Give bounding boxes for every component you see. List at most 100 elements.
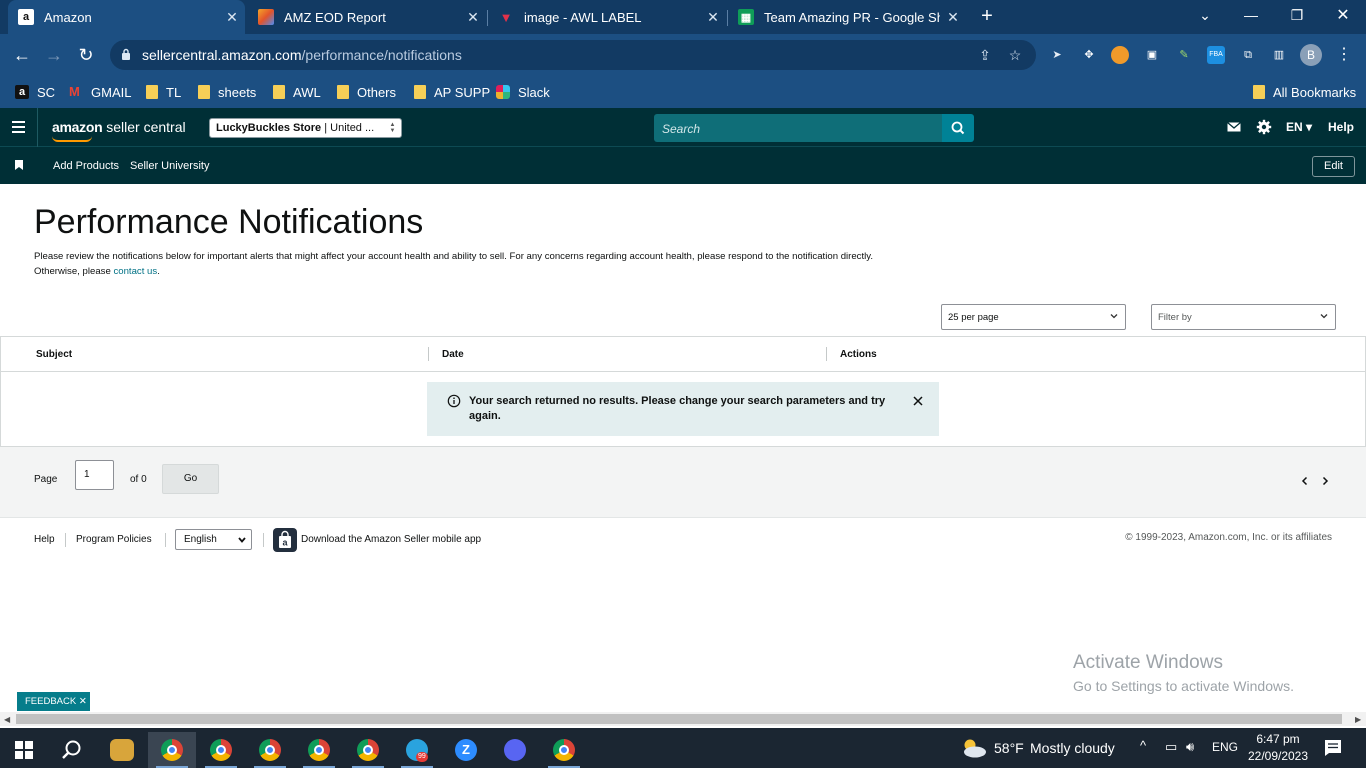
subnav-link-seller-university[interactable]: Seller University (130, 160, 209, 172)
bookmark-sheets[interactable]: sheets (198, 82, 256, 102)
puzzle-blue-extension-icon[interactable]: ✥ (1080, 46, 1098, 64)
close-icon[interactable]: ✕ (700, 9, 726, 26)
tab-google-sheets[interactable]: ▦ Team Amazing PR - Google Shee ✕ (728, 0, 966, 34)
taskbar-chrome-b[interactable] (148, 732, 196, 768)
close-icon[interactable] (911, 394, 925, 408)
profile-avatar[interactable]: B (1300, 44, 1322, 66)
address-bar[interactable]: sellercentral.amazon.com/performance/not… (110, 40, 1036, 70)
language-selector[interactable]: EN ▾ (1286, 120, 1312, 134)
reload-icon[interactable]: ↻ (74, 43, 98, 67)
close-icon[interactable]: ✕ (219, 9, 245, 26)
column-header-date[interactable]: Date (442, 349, 464, 360)
tab-amz-eod-report[interactable]: AMZ EOD Report ✕ (248, 0, 486, 34)
hamburger-menu-icon[interactable] (12, 121, 25, 133)
seller-central-logo[interactable]: amazon seller central (52, 119, 186, 142)
settings-gear-icon[interactable] (1256, 119, 1272, 135)
footer-language-select[interactable]: English (175, 529, 252, 550)
tab-awl-label[interactable]: ▼ image - AWL LABEL ✕ (488, 0, 726, 34)
bookmark-gmail[interactable]: M GMAIL (69, 82, 131, 102)
volume-icon[interactable]: 🔊︎ (1186, 739, 1194, 755)
bookmark-others[interactable]: Others (337, 82, 396, 102)
tab-title: Team Amazing PR - Google Shee (764, 9, 940, 25)
search-button[interactable] (942, 114, 974, 142)
taskbar-discord[interactable] (491, 732, 539, 768)
star-icon[interactable]: ☆ (1006, 46, 1024, 64)
horizontal-scrollbar[interactable]: ◀ ▶ (0, 712, 1366, 726)
share-icon[interactable]: ⇪ (976, 46, 994, 64)
bookmark-sc[interactable]: a SC (15, 82, 55, 102)
divider (37, 108, 38, 147)
bookmark-slack[interactable]: Slack (496, 82, 550, 102)
amazon-seller-app-icon[interactable]: a (273, 528, 297, 552)
page-description: Please review the notifications below fo… (34, 251, 874, 277)
alert-message: Your search returned no results. Please … (469, 395, 886, 422)
weather-description[interactable]: Mostly cloudy (1030, 740, 1115, 756)
menu-icon[interactable]: ⋮ (1336, 44, 1352, 66)
mail-icon[interactable] (1226, 119, 1242, 135)
minimize-button[interactable]: — (1228, 0, 1274, 30)
all-bookmarks[interactable]: All Bookmarks (1253, 82, 1356, 102)
bookmark-icon[interactable] (15, 160, 23, 170)
camera-extension-icon[interactable]: ▣ (1143, 46, 1161, 64)
bookmark-awl[interactable]: AWL (273, 82, 321, 102)
new-tab-button[interactable]: + (976, 5, 998, 27)
subnav-link-add-products[interactable]: Add Products (53, 160, 119, 172)
chevron-right-icon[interactable] (1320, 475, 1330, 487)
taskbar-chrome-5[interactable] (344, 732, 392, 768)
scrollbar-thumb[interactable] (16, 714, 1342, 724)
scroll-right-icon[interactable]: ▶ (1355, 715, 1361, 724)
tab-amazon[interactable]: a Amazon ✕ (8, 0, 245, 34)
system-clock[interactable]: 6:47 pm 22/09/2023 (1246, 731, 1310, 765)
side-panel-icon[interactable]: ▥ (1270, 46, 1288, 64)
search-input[interactable]: Search (654, 114, 942, 142)
back-icon[interactable]: ← (10, 43, 34, 67)
feedback-button[interactable]: FEEDBACK ✕ (17, 692, 90, 711)
footer-divider (263, 533, 264, 547)
fba-extension-icon[interactable]: FBA (1207, 46, 1225, 64)
bookmark-tl[interactable]: TL (146, 82, 181, 102)
footer-help-link[interactable]: Help (34, 534, 55, 545)
page-title: Performance Notifications (34, 203, 424, 241)
taskbar-telegram[interactable]: 99 (393, 732, 441, 768)
download-app-link[interactable]: Download the Amazon Seller mobile app (301, 534, 481, 545)
footer-program-policies-link[interactable]: Program Policies (76, 534, 152, 545)
taskbar-zoom[interactable]: Z (442, 732, 490, 768)
input-language[interactable]: ENG (1212, 740, 1238, 754)
bookmark-ap-supp[interactable]: AP SUPP (414, 82, 490, 102)
weather-cloudy-icon[interactable] (958, 737, 988, 759)
close-icon[interactable]: ✕ (940, 9, 966, 26)
per-page-select[interactable]: 25 per page (941, 304, 1126, 330)
windows-start-button[interactable] (0, 732, 48, 768)
forward-icon[interactable]: → (42, 43, 66, 67)
amazon-smile-icon (52, 136, 92, 142)
contact-us-link[interactable]: contact us (113, 266, 157, 277)
chevron-up-icon[interactable]: ^ (1140, 738, 1146, 753)
go-button[interactable]: Go (162, 464, 219, 494)
restore-button[interactable]: ❐ (1274, 0, 1320, 30)
orange-extension-icon[interactable] (1111, 46, 1129, 64)
close-icon[interactable]: ✕ (460, 9, 486, 26)
help-link[interactable]: Help (1328, 120, 1354, 134)
pen-extension-icon[interactable]: ✎ (1175, 46, 1193, 64)
extensions-icon[interactable]: ⧉ (1239, 46, 1257, 64)
column-header-subject[interactable]: Subject (36, 349, 72, 360)
chevron-left-icon[interactable] (1300, 475, 1310, 487)
page-number-input[interactable]: 1 (75, 460, 114, 490)
taskbar-chrome-j[interactable] (197, 732, 245, 768)
close-window-button[interactable]: ✕ (1320, 0, 1366, 30)
taskbar-app-game[interactable] (98, 732, 146, 768)
info-icon (447, 394, 461, 408)
taskbar-search-button[interactable] (48, 732, 96, 768)
tab-search-icon[interactable]: ⌄ (1182, 0, 1228, 30)
filter-select[interactable]: Filter by (1151, 304, 1336, 330)
edit-button[interactable]: Edit (1312, 156, 1355, 177)
scroll-left-icon[interactable]: ◀ (4, 715, 10, 724)
network-icon[interactable]: ▭ (1165, 739, 1177, 755)
pointer-extension-icon[interactable]: ➤ (1048, 46, 1066, 64)
taskbar-chrome-6[interactable] (540, 732, 588, 768)
taskbar-chrome-4[interactable] (295, 732, 343, 768)
store-selector[interactable]: LuckyBuckles Store | United ... ▲ ▼ (209, 118, 402, 138)
taskbar-chrome-m[interactable] (246, 732, 294, 768)
weather-temperature[interactable]: 58°F (994, 740, 1024, 756)
notifications-icon[interactable] (1324, 739, 1342, 757)
